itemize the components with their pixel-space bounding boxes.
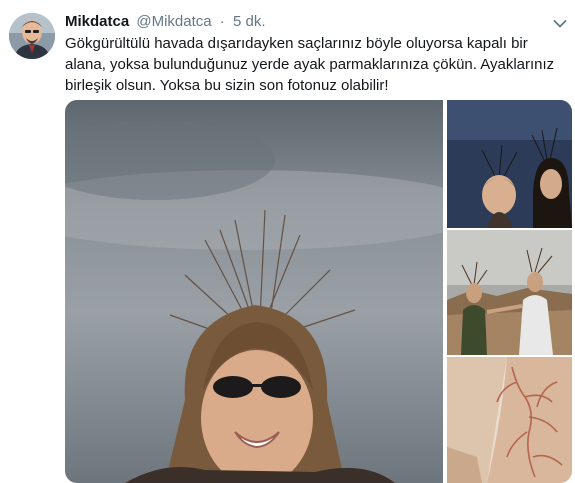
separator: ·	[219, 13, 225, 30]
chevron-down-icon[interactable]	[553, 16, 567, 28]
timestamp[interactable]: 5 dk.	[233, 13, 266, 30]
photo-desert[interactable]	[447, 230, 572, 355]
photo-lichtenberg-scar[interactable]	[447, 357, 572, 483]
avatar[interactable]	[9, 13, 55, 59]
author-handle[interactable]: @Mikdatca	[136, 13, 211, 30]
photo-two-people[interactable]	[447, 100, 572, 228]
tweet-header: Mikdatca @Mikdatca · 5 dk.	[65, 12, 266, 32]
photo-main[interactable]	[65, 100, 443, 483]
media-grid	[65, 100, 572, 483]
tweet-text: Gökgürültülü havada dışarıdayken saçları…	[65, 35, 555, 94]
author-name[interactable]: Mikdatca	[65, 13, 129, 30]
tweet: Mikdatca @Mikdatca · 5 dk. Gökgürültülü …	[0, 0, 575, 483]
